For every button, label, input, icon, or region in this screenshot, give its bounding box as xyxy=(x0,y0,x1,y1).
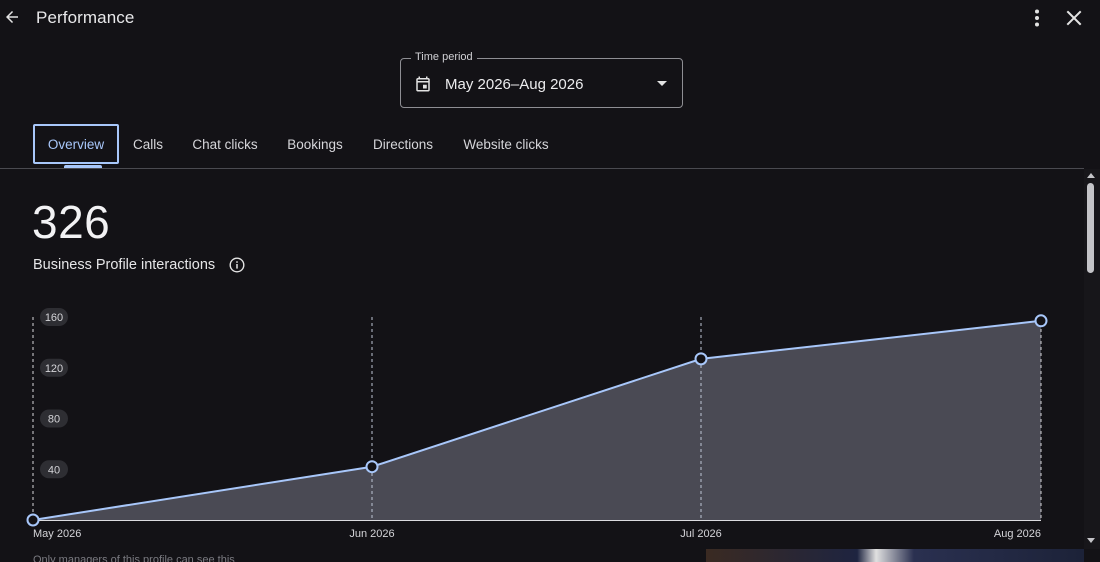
footer-note: Only managers of this profile can see th… xyxy=(33,554,235,562)
y-tick-label: 160 xyxy=(45,312,63,324)
tab-overview[interactable]: Overview xyxy=(33,124,119,164)
metric-label: Business Profile interactions xyxy=(33,257,216,273)
x-tick-label: Jun 2026 xyxy=(349,528,394,540)
tab-bar: Overview Calls Chat clicks Bookings Dire… xyxy=(0,124,1100,169)
interactions-chart: 40 80 120 160 May 2026 Jun 2026 Jul 2026 Aug 20… xyxy=(26,308,1048,540)
x-tick-label: Jul 2026 xyxy=(680,528,722,540)
time-period-value: May 2026–Aug 2026 xyxy=(445,76,584,93)
close-button[interactable] xyxy=(1064,7,1084,29)
total-interactions: 326 xyxy=(32,196,111,248)
chart-area-fill xyxy=(33,320,1041,520)
tab-chat-clicks[interactable]: Chat clicks xyxy=(186,124,264,164)
back-button[interactable] xyxy=(2,7,22,27)
page-title: Performance xyxy=(36,8,135,27)
calendar-icon xyxy=(416,76,430,92)
close-icon xyxy=(1066,10,1082,26)
scroll-up-arrow-icon[interactable] xyxy=(1086,171,1096,179)
header: Performance xyxy=(0,0,1100,36)
more-vert-icon xyxy=(1035,9,1039,27)
scrollbar-thumb[interactable] xyxy=(1087,183,1094,273)
chart-point xyxy=(365,460,379,474)
chart-point xyxy=(26,513,40,527)
performance-panel: Performance Time period May 2026–Aug 202… xyxy=(0,0,1100,562)
x-tick-label: May 2026 xyxy=(33,528,81,540)
info-icon[interactable] xyxy=(229,257,245,273)
time-period-label: Time period xyxy=(411,51,477,63)
tab-directions[interactable]: Directions xyxy=(366,124,440,164)
x-tick-label: Aug 2026 xyxy=(994,528,1041,540)
scroll-down-arrow-icon[interactable] xyxy=(1086,537,1096,545)
tab-bookings[interactable]: Bookings xyxy=(281,124,349,164)
arrow-back-icon xyxy=(6,11,18,23)
y-tick-label: 120 xyxy=(45,363,63,375)
chart-point xyxy=(694,352,708,366)
photo-thumbnail[interactable] xyxy=(706,549,1084,562)
dropdown-arrow-icon xyxy=(657,81,667,86)
chart-point xyxy=(1034,314,1048,328)
tab-calls[interactable]: Calls xyxy=(128,124,168,164)
time-period-select[interactable]: Time period May 2026–Aug 2026 xyxy=(400,51,683,108)
tab-website-clicks[interactable]: Website clicks xyxy=(457,124,555,164)
y-tick-label: 40 xyxy=(48,464,60,476)
y-tick-label: 80 xyxy=(48,414,60,426)
more-options-button[interactable] xyxy=(1027,7,1047,29)
